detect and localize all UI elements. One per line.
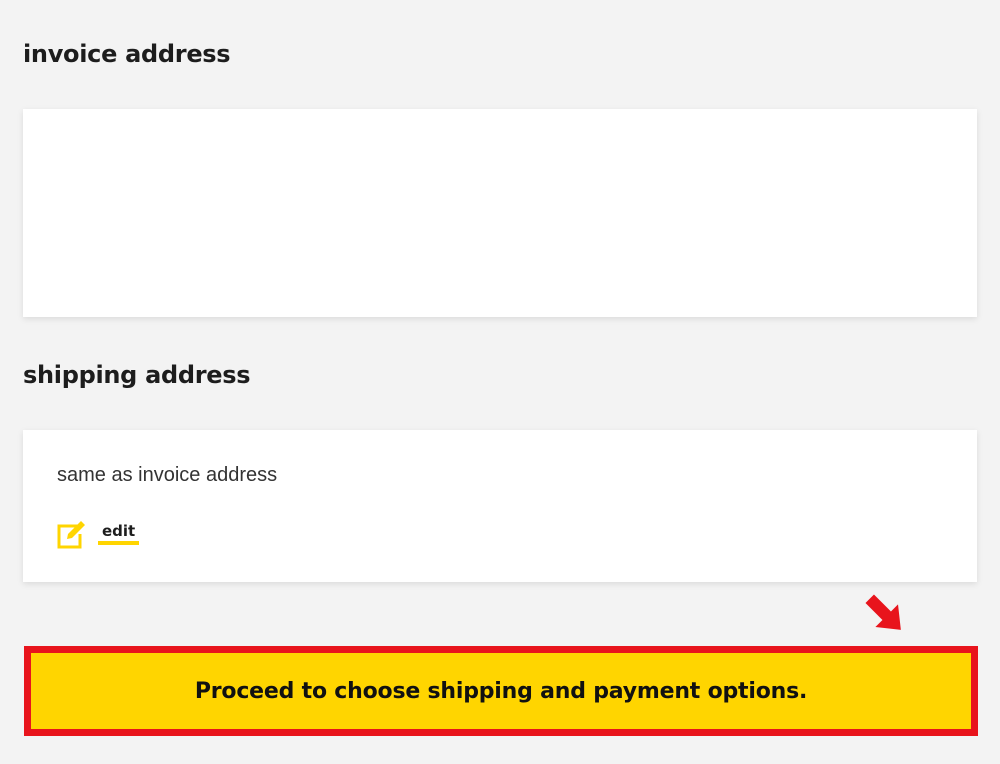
edit-pencil-icon [57,521,85,549]
shipping-address-card: same as invoice address edit [23,430,977,582]
same-as-invoice-text: same as invoice address [57,464,278,486]
shipping-address-heading: shipping address [23,361,251,389]
checkout-address-page: invoice address shipping address same as… [0,0,1000,764]
pointer-arrow-icon [865,594,901,630]
edit-shipping-address-link[interactable]: edit [56,518,140,550]
proceed-to-shipping-payment-button[interactable]: Proceed to choose shipping and payment o… [24,646,978,736]
edit-label: edit [98,522,140,545]
invoice-address-heading: invoice address [23,40,231,68]
invoice-address-card [23,109,977,317]
